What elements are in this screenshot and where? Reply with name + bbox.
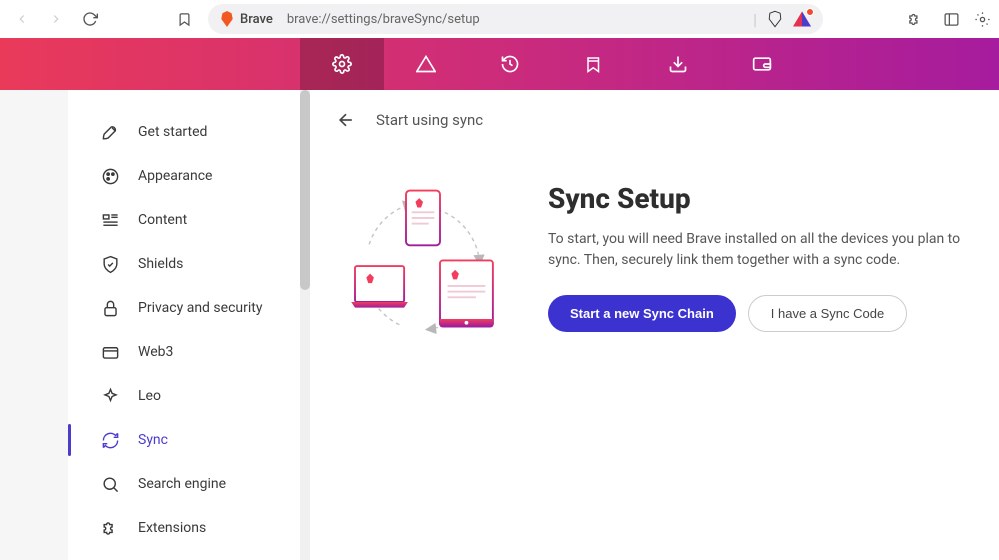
sync-title: Sync Setup <box>548 182 989 215</box>
customize-icon[interactable] <box>973 5 991 33</box>
content-icon <box>100 210 120 230</box>
puzzle-icon <box>100 518 120 538</box>
toolbar-bookmarks-icon[interactable] <box>552 38 636 90</box>
sidebar-item-label: Extensions <box>138 519 206 537</box>
sidebar-item-content[interactable]: Content <box>68 198 310 242</box>
back-nav-button[interactable] <box>8 5 36 33</box>
sidebar-item-web3[interactable]: Web3 <box>68 330 310 374</box>
brave-rewards-icon[interactable] <box>793 11 811 27</box>
sync-description: To start, you will need Brave installed … <box>548 229 989 271</box>
search-icon <box>100 474 120 494</box>
palette-icon <box>100 166 120 186</box>
sidebar-item-sync[interactable]: Sync <box>68 418 310 462</box>
settings-toolbar <box>0 38 999 90</box>
sidebar-item-label: Web3 <box>138 343 173 361</box>
sync-icon <box>100 430 120 450</box>
sidebar-item-label: Leo <box>138 387 161 405</box>
sidebar-item-shields[interactable]: Shields <box>68 242 310 286</box>
have-sync-code-button[interactable]: I have a Sync Code <box>748 295 907 332</box>
forward-nav-button[interactable] <box>42 5 70 33</box>
sidebar-item-leo[interactable]: Leo <box>68 374 310 418</box>
sidebar-item-extensions[interactable]: Extensions <box>68 506 310 550</box>
page-subtitle: Start using sync <box>376 111 483 129</box>
reload-button[interactable] <box>76 5 104 33</box>
toolbar-wallet-icon[interactable] <box>720 38 804 90</box>
settings-sidebar: Get started Appearance Content Shields Priva… <box>0 90 310 560</box>
brave-lion-icon: Brave <box>220 11 273 27</box>
sparkle-icon <box>100 386 120 406</box>
toolbar-history-icon[interactable] <box>468 38 552 90</box>
sidebar-item-label: Search engine <box>138 475 226 493</box>
browser-chrome: Brave brave://settings/braveSync/setup | <box>0 0 999 38</box>
lock-icon <box>100 298 120 318</box>
sidebar-item-search-engine[interactable]: Search engine <box>68 462 310 506</box>
settings-content: Start using sync <box>310 90 999 560</box>
sidebar-item-label: Content <box>138 211 187 229</box>
sidebar-item-label: Privacy and security <box>138 299 262 317</box>
wallet-card-icon <box>100 342 120 362</box>
back-arrow-button[interactable] <box>334 108 358 132</box>
rocket-icon <box>100 122 120 142</box>
brave-shield-icon[interactable] <box>767 10 783 28</box>
sidebar-item-label: Appearance <box>138 167 212 185</box>
bookmark-icon[interactable] <box>170 5 198 33</box>
sidebar-item-label: Sync <box>138 431 168 449</box>
sidebar-item-get-started[interactable]: Get started <box>68 110 310 154</box>
toolbar-downloads-icon[interactable] <box>636 38 720 90</box>
toolbar-settings-icon[interactable] <box>300 38 384 90</box>
address-bar[interactable]: Brave brave://settings/braveSync/setup | <box>208 4 823 34</box>
start-sync-chain-button[interactable]: Start a new Sync Chain <box>548 295 736 332</box>
url-text: brave://settings/braveSync/setup <box>287 12 480 27</box>
sidebar-item-appearance[interactable]: Appearance <box>68 154 310 198</box>
url-brand-label: Brave <box>240 12 273 27</box>
sidebar-item-label: Get started <box>138 123 207 141</box>
sidebar-item-privacy-and-security[interactable]: Privacy and security <box>68 286 310 330</box>
sidebar-toggle-icon[interactable] <box>937 5 965 33</box>
sidebar-item-label: Shields <box>138 255 183 273</box>
extensions-puzzle-icon[interactable] <box>901 5 929 33</box>
sync-devices-illustration <box>338 178 508 358</box>
shield-icon <box>100 254 120 274</box>
toolbar-rewards-icon[interactable] <box>384 38 468 90</box>
sidebar-scrollbar[interactable] <box>300 90 310 560</box>
